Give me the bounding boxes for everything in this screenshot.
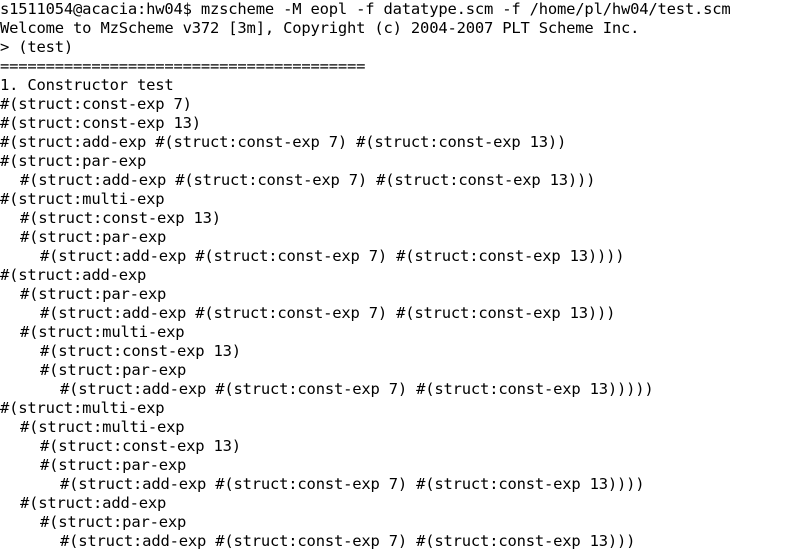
output-line: #(struct:add-exp #(struct:const-exp 7) #… — [20, 171, 596, 189]
output-line: #(struct:const-exp 7) — [0, 95, 192, 113]
terminal-window[interactable]: s1511054@acacia:hw04$ mzscheme -M eopl -… — [0, 0, 802, 549]
output-line: #(struct:add-exp — [20, 494, 167, 512]
output-line: #(struct:const-exp 13) — [20, 209, 221, 227]
output-line: #(struct:add-exp #(struct:const-exp 7) #… — [60, 532, 636, 549]
output-line: #(struct:par-exp — [40, 361, 187, 379]
output-line: #(struct:const-exp 13) — [0, 114, 201, 132]
output-line: #(struct:add-exp #(struct:const-exp 7) #… — [0, 133, 567, 151]
output-line: #(struct:const-exp 13) — [40, 437, 241, 455]
output-line: #(struct:multi-exp — [20, 418, 185, 436]
section-heading: 1. Constructor test — [0, 76, 174, 94]
output-line: #(struct:add-exp #(struct:const-exp 7) #… — [60, 475, 645, 493]
terminal-prompt-line: > (test) — [0, 38, 74, 56]
output-line: #(struct:par-exp — [0, 152, 147, 170]
output-line: #(struct:add-exp #(struct:const-exp 7) #… — [40, 304, 616, 322]
output-line: #(struct:multi-exp — [0, 399, 165, 417]
output-line: #(struct:add-exp #(struct:const-exp 7) #… — [40, 247, 625, 265]
output-line: #(struct:add-exp #(struct:const-exp 7) #… — [60, 380, 654, 398]
output-line: #(struct:multi-exp — [0, 190, 165, 208]
output-line: #(struct:par-exp — [40, 513, 187, 531]
output-line: #(struct:multi-exp — [20, 323, 185, 341]
output-line: #(struct:const-exp 13) — [40, 342, 241, 360]
separator-line: ======================================== — [0, 57, 366, 75]
terminal-line: Welcome to MzScheme v372 [3m], Copyright… — [0, 19, 640, 37]
terminal-line: s1511054@acacia:hw04$ mzscheme -M eopl -… — [0, 0, 731, 18]
output-line: #(struct:add-exp — [0, 266, 147, 284]
output-line: #(struct:par-exp — [20, 228, 167, 246]
output-line: #(struct:par-exp — [40, 456, 187, 474]
output-line: #(struct:par-exp — [20, 285, 167, 303]
